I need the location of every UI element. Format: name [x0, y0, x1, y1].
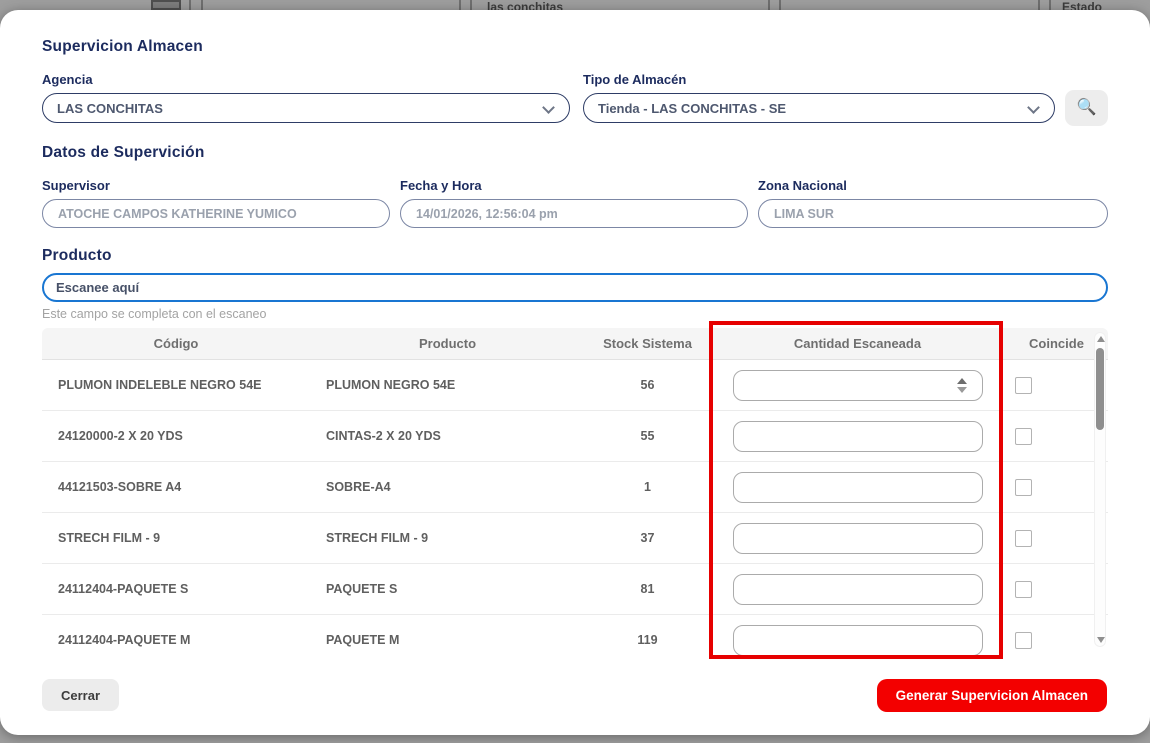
background-fragment	[189, 0, 191, 10]
cell-producto: SOBRE-A4	[310, 480, 585, 494]
chevron-down-icon	[542, 101, 555, 114]
table-body: PLUMON INDELEBLE NEGRO 54E PLUMON NEGRO …	[42, 360, 1108, 655]
cell-stock-sistema: 81	[585, 582, 710, 596]
table-row: STRECH FILM - 9 STRECH FILM - 9 37	[42, 513, 1108, 564]
search-icon: 🔍	[1077, 99, 1097, 116]
column-header-cantidad-escaneada: Cantidad Escaneada	[710, 328, 1005, 360]
cell-cantidad-escaneada	[710, 421, 1005, 452]
cell-codigo: 24120000-2 X 20 YDS	[42, 429, 310, 443]
background-fragment	[1038, 0, 1040, 10]
cell-stock-sistema: 119	[585, 633, 710, 647]
scroll-down-icon[interactable]	[1097, 637, 1105, 643]
cell-cantidad-escaneada	[710, 472, 1005, 503]
table-row: 44121503-SOBRE A4 SOBRE-A4 1	[42, 462, 1108, 513]
table-scrollbar[interactable]	[1094, 332, 1106, 647]
products-table: Código Producto Stock Sistema Cantidad E…	[42, 328, 1108, 655]
spinner-up-icon[interactable]	[957, 378, 967, 384]
supervision-almacen-modal: Supervicion Almacen Agencia LAS CONCHITA…	[0, 10, 1150, 735]
cell-cantidad-escaneada	[710, 574, 1005, 605]
column-header-stock-sistema: Stock Sistema	[585, 328, 710, 360]
table-row: 24112404-PAQUETE S PAQUETE S 81	[42, 564, 1108, 615]
coincide-checkbox[interactable]	[1015, 632, 1032, 649]
cell-coincide	[1005, 632, 1108, 649]
tipo-almacen-select-value: Tienda - LAS CONCHITAS - SE	[598, 101, 786, 116]
cantidad-input[interactable]	[733, 421, 983, 452]
zona-nacional-input[interactable]	[758, 199, 1108, 228]
close-button[interactable]: Cerrar	[42, 679, 119, 711]
background-fragment	[1049, 0, 1051, 10]
datos-section-heading: Datos de Supervición	[42, 144, 204, 162]
agencia-label: Agencia	[42, 72, 93, 87]
scan-helper-text: Este campo se completa con el escaneo	[42, 307, 266, 321]
cell-cantidad-escaneada	[710, 625, 1005, 656]
fecha-hora-input[interactable]	[400, 199, 748, 228]
table-header-row: Código Producto Stock Sistema Cantidad E…	[42, 328, 1108, 360]
coincide-checkbox[interactable]	[1015, 530, 1032, 547]
background-fragment	[201, 0, 203, 10]
cell-stock-sistema: 1	[585, 480, 710, 494]
number-spinner[interactable]	[955, 374, 969, 398]
cell-stock-sistema: 55	[585, 429, 710, 443]
background-text-right: Estado	[1062, 0, 1102, 10]
table-row: PLUMON INDELEBLE NEGRO 54E PLUMON NEGRO …	[42, 360, 1108, 411]
cantidad-input[interactable]	[733, 370, 983, 401]
cell-codigo: PLUMON INDELEBLE NEGRO 54E	[42, 378, 310, 392]
tipo-almacen-label: Tipo de Almacén	[583, 72, 686, 87]
background-fragment	[459, 0, 461, 10]
dimmed-background-page: las conchitas Estado	[0, 0, 1150, 10]
coincide-checkbox[interactable]	[1015, 581, 1032, 598]
chevron-down-icon	[1027, 101, 1040, 114]
agencia-select[interactable]: LAS CONCHITAS	[42, 93, 570, 123]
cell-codigo: STRECH FILM - 9	[42, 531, 310, 545]
cantidad-input[interactable]	[733, 574, 983, 605]
background-text-left: las conchitas	[487, 0, 563, 10]
zona-nacional-label: Zona Nacional	[758, 178, 847, 193]
fecha-hora-label: Fecha y Hora	[400, 178, 482, 193]
scroll-up-icon[interactable]	[1097, 336, 1105, 342]
cell-cantidad-escaneada	[710, 370, 1005, 401]
coincide-checkbox[interactable]	[1015, 479, 1032, 496]
scrollbar-thumb[interactable]	[1096, 348, 1104, 430]
cell-coincide	[1005, 479, 1108, 496]
producto-section-heading: Producto	[42, 247, 112, 265]
cell-coincide	[1005, 377, 1108, 394]
cantidad-input[interactable]	[733, 523, 983, 554]
spinner-down-icon[interactable]	[957, 387, 967, 393]
cell-cantidad-escaneada	[710, 523, 1005, 554]
cell-producto: CINTAS-2 X 20 YDS	[310, 429, 585, 443]
cell-stock-sistema: 56	[585, 378, 710, 392]
background-fragment	[779, 0, 781, 10]
cell-codigo: 44121503-SOBRE A4	[42, 480, 310, 494]
scan-input[interactable]	[42, 273, 1108, 302]
cell-codigo: 24112404-PAQUETE S	[42, 582, 310, 596]
table-row: 24120000-2 X 20 YDS CINTAS-2 X 20 YDS 55	[42, 411, 1108, 462]
search-button[interactable]: 🔍	[1065, 90, 1108, 126]
cell-codigo: 24112404-PAQUETE M	[42, 633, 310, 647]
background-fragment	[470, 0, 472, 10]
generate-supervision-button[interactable]: Generar Supervicion Almacen	[877, 679, 1107, 712]
coincide-checkbox[interactable]	[1015, 377, 1032, 394]
cell-stock-sistema: 37	[585, 531, 710, 545]
coincide-checkbox[interactable]	[1015, 428, 1032, 445]
column-header-producto: Producto	[310, 328, 585, 360]
supervisor-input[interactable]	[42, 199, 390, 228]
supervisor-label: Supervisor	[42, 178, 110, 193]
cantidad-input[interactable]	[733, 472, 983, 503]
cell-producto: PLUMON NEGRO 54E	[310, 378, 585, 392]
column-header-coincide: Coincide	[1005, 328, 1108, 360]
cantidad-input[interactable]	[733, 625, 983, 656]
agencia-select-value: LAS CONCHITAS	[57, 101, 163, 116]
cell-producto: PAQUETE M	[310, 633, 585, 647]
tipo-almacen-select[interactable]: Tienda - LAS CONCHITAS - SE	[583, 93, 1055, 123]
cell-coincide	[1005, 428, 1108, 445]
modal-title: Supervicion Almacen	[42, 38, 203, 56]
background-fragment	[768, 0, 770, 10]
background-fragment	[151, 0, 181, 10]
cell-coincide	[1005, 581, 1108, 598]
column-header-codigo: Código	[42, 328, 310, 360]
cell-producto: STRECH FILM - 9	[310, 531, 585, 545]
cell-coincide	[1005, 530, 1108, 547]
table-row: 24112404-PAQUETE M PAQUETE M 119	[42, 615, 1108, 655]
cell-producto: PAQUETE S	[310, 582, 585, 596]
